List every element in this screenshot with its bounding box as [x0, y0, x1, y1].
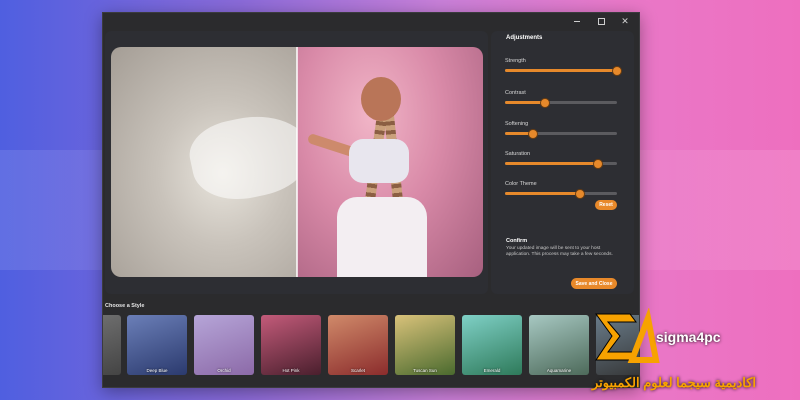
slider-thumb[interactable] — [592, 158, 603, 169]
slider-thumb[interactable] — [528, 128, 538, 139]
style-tile[interactable]: Orchid — [194, 315, 254, 375]
style-tile-label: Orchid — [217, 368, 231, 373]
figure-pants — [337, 197, 427, 277]
slider-label: Softening — [505, 121, 529, 127]
original-image-half — [111, 47, 319, 277]
watermark-logo: sigma4pc اكاديمية سيجما لعلوم الكمبيوتر — [590, 303, 800, 400]
style-tile-label: Scarlet — [350, 368, 365, 373]
watermark-arabic-text: اكاديمية سيجما لعلوم الكمبيوتر — [592, 375, 757, 390]
save-and-close-button[interactable]: Save and Close — [571, 278, 617, 289]
slider-label: Saturation — [505, 151, 531, 157]
sigma-logo-icon — [595, 308, 660, 363]
slider-label: Contrast — [505, 90, 526, 96]
figure-top — [349, 139, 409, 183]
style-tile-label: Tuscan Sun — [413, 368, 437, 373]
adjustments-title: Adjustments — [506, 35, 543, 41]
minimize-button[interactable] — [569, 15, 585, 27]
style-tile-label: Hot Pink — [282, 368, 300, 373]
slider-track[interactable] — [505, 188, 617, 199]
style-strip: Deep Blue Orchid Hot Pink Scarlet Tuscan Sun… — [103, 315, 639, 379]
style-tile[interactable]: Aquamarine — [529, 315, 589, 375]
style-tile-label: Aquamarine — [546, 368, 572, 373]
style-tile[interactable]: Deep Blue — [127, 315, 187, 375]
slider-fill — [505, 192, 581, 195]
slider-track[interactable] — [505, 97, 617, 108]
watermark-name: sigma4pc — [656, 329, 721, 345]
confirm-text: Your updated image will be sent to your … — [506, 246, 613, 258]
slider-label: Color Theme — [505, 181, 537, 187]
confirm-title: Confirm — [506, 238, 528, 244]
style-tile[interactable] — [103, 315, 121, 375]
slider-label: Strength — [505, 58, 526, 64]
close-button[interactable]: ✕ — [617, 15, 633, 27]
compare-divider-handle[interactable] — [296, 47, 298, 277]
slider-thumb[interactable] — [575, 188, 586, 199]
style-section-title: Choose a Style — [105, 303, 145, 309]
style-tile[interactable]: Emerald — [462, 315, 522, 375]
slider-track[interactable] — [505, 128, 617, 139]
style-tile-label: Emerald — [483, 368, 501, 373]
style-tile[interactable]: Hot Pink — [261, 315, 321, 375]
reset-button[interactable]: Reset — [595, 200, 617, 210]
app-window: ✕ Adjustments Strength Contrast Softening S… — [102, 12, 640, 388]
slider-thumb[interactable] — [540, 97, 551, 108]
slider-fill — [505, 69, 617, 72]
style-tile[interactable]: Scarlet — [328, 315, 388, 375]
slider-fill — [505, 101, 546, 104]
maximize-button[interactable] — [593, 15, 609, 27]
adjustments-panel: Adjustments Strength Contrast Softening Sat… — [491, 31, 634, 294]
slider-track[interactable] — [505, 65, 622, 76]
preview-panel — [105, 31, 488, 294]
title-bar: ✕ — [103, 13, 639, 29]
image-preview[interactable] — [111, 47, 483, 277]
slider-thumb[interactable] — [612, 65, 622, 76]
figure-head — [361, 77, 401, 121]
slider-fill — [505, 162, 598, 165]
style-tile[interactable]: Tuscan Sun — [395, 315, 455, 375]
style-tile-label: Deep Blue — [146, 368, 168, 373]
slider-track[interactable] — [505, 158, 617, 169]
